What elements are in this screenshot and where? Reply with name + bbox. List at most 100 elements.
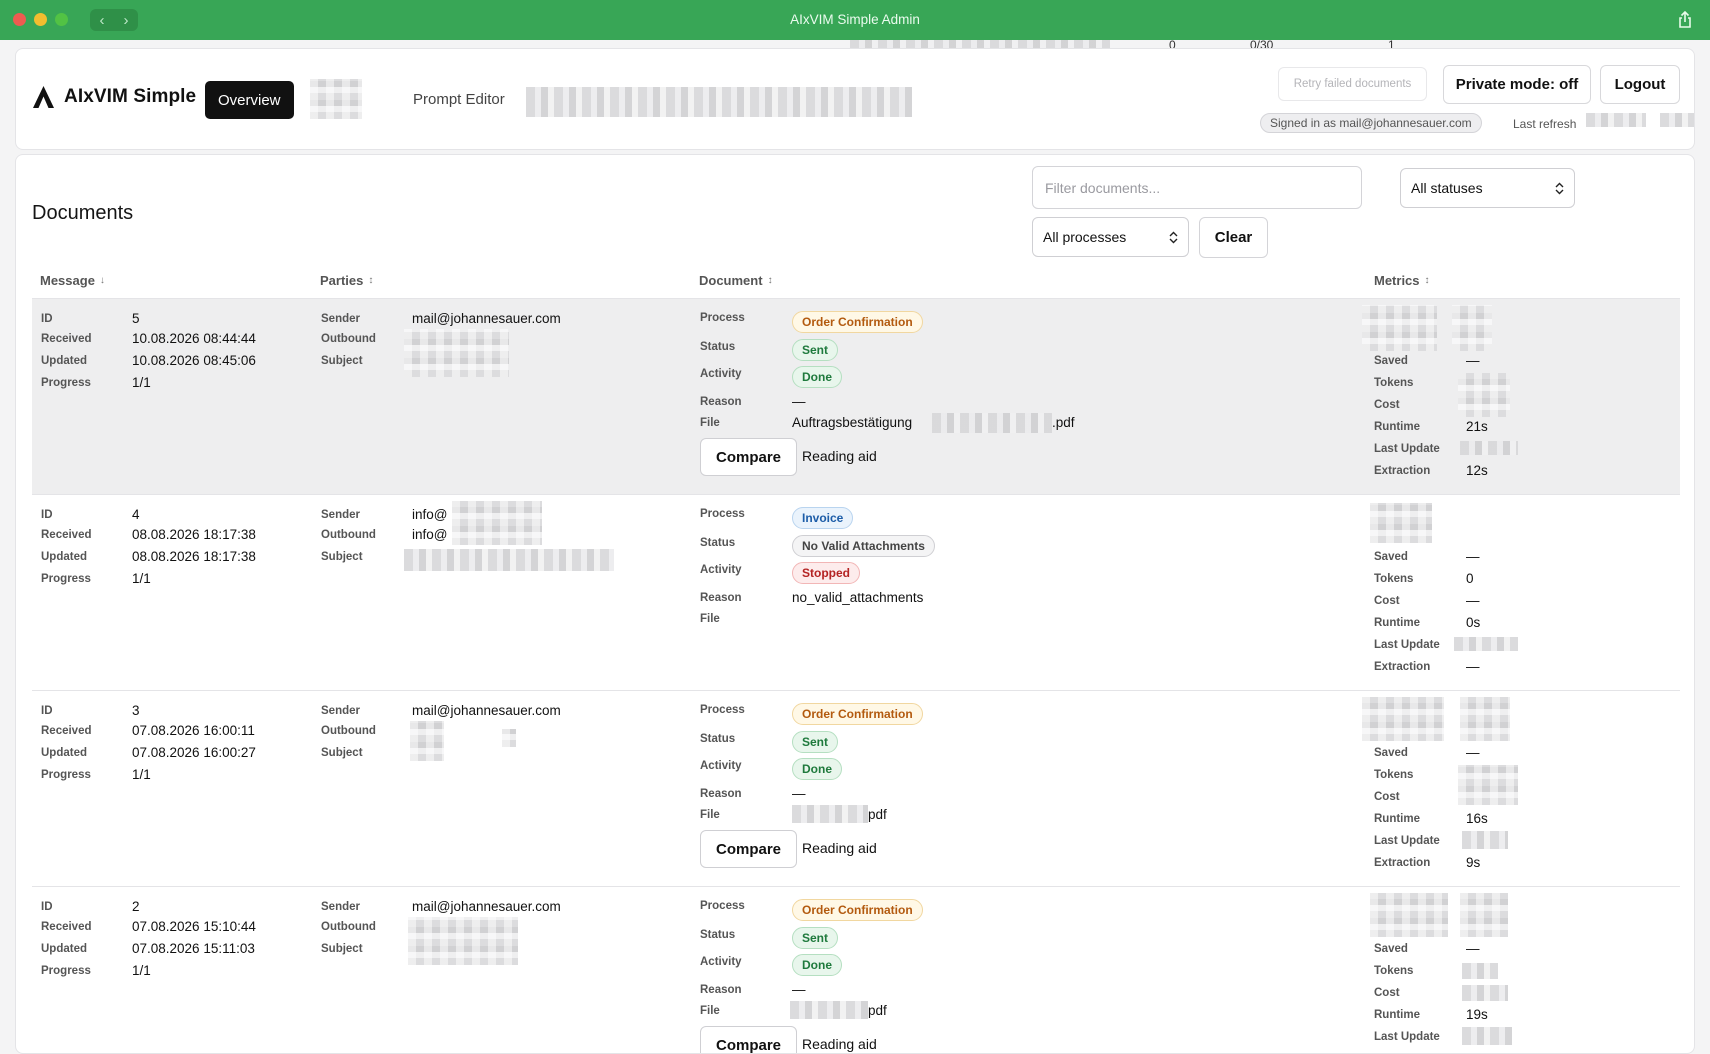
label-file: File xyxy=(700,417,720,429)
compare-button[interactable]: Compare xyxy=(700,438,797,476)
redacted-area xyxy=(1460,697,1510,741)
redacted-area xyxy=(1458,765,1518,805)
reading-aid-link[interactable]: Reading aid xyxy=(802,448,877,464)
label-id: ID xyxy=(41,313,53,325)
redacted-area xyxy=(1362,697,1444,741)
label-process: Process xyxy=(700,312,745,324)
nav-overview[interactable]: Overview xyxy=(205,81,294,119)
label-sender: Sender xyxy=(321,901,360,913)
label-subject: Subject xyxy=(321,943,363,955)
activity-badge: Stopped xyxy=(792,562,860,584)
clear-filters-button[interactable]: Clear xyxy=(1199,217,1268,258)
column-message[interactable]: Message ↓ xyxy=(40,273,105,288)
redacted-area xyxy=(1370,893,1448,937)
sort-icon: ↕ xyxy=(1424,275,1430,286)
label-file: File xyxy=(700,613,720,625)
redacted-area xyxy=(408,917,518,965)
label-cost: Cost xyxy=(1374,987,1400,999)
column-document[interactable]: Document ↕ xyxy=(699,273,773,288)
column-label: Message xyxy=(40,273,95,288)
status-select[interactable]: All statuses xyxy=(1400,168,1575,208)
table-row[interactable]: ID 3 Received 07.08.2026 16:00:11 Update… xyxy=(32,690,1680,886)
column-parties[interactable]: Parties ↕ xyxy=(320,273,373,288)
signed-in-badge: Signed in as mail@johannesauer.com xyxy=(1260,113,1482,133)
label-extraction: Extraction xyxy=(1374,661,1431,673)
table-row[interactable]: ID 5 Received 10.08.2026 08:44:44 Update… xyxy=(32,298,1680,494)
saved-value: — xyxy=(1466,549,1480,564)
doc-id: 3 xyxy=(132,703,140,718)
process-select[interactable]: All processes xyxy=(1032,217,1189,257)
status-badge: Sent xyxy=(792,339,839,361)
doc-id: 5 xyxy=(132,311,140,326)
logout-button[interactable]: Logout xyxy=(1600,65,1680,104)
column-metrics[interactable]: Metrics ↕ xyxy=(1374,273,1430,288)
documents-panel: Documents All statuses All processes Cle… xyxy=(15,154,1695,1054)
redacted-area xyxy=(932,413,1052,433)
label-saved: Saved xyxy=(1374,355,1408,367)
process-badge: Order Confirmation xyxy=(792,311,923,333)
file-name-end[interactable]: pdf xyxy=(868,807,887,822)
label-reason: Reason xyxy=(700,396,742,408)
window-titlebar: ‹ › AIxVIM Simple Admin xyxy=(0,0,1710,40)
redacted-area xyxy=(452,501,542,545)
label-outbound: Outbound xyxy=(321,725,376,737)
reason-value: — xyxy=(792,394,806,409)
compare-button[interactable]: Compare xyxy=(700,830,797,868)
progress-value: 1/1 xyxy=(132,375,151,390)
label-status: Status xyxy=(700,341,736,353)
doc-id: 2 xyxy=(132,899,140,914)
progress-value: 1/1 xyxy=(132,571,151,586)
sender-value: mail@johannesauer.com xyxy=(412,703,561,718)
file-name-start[interactable]: Auftragsbestätigung xyxy=(792,415,912,430)
label-saved: Saved xyxy=(1374,943,1408,955)
redacted-area xyxy=(1370,503,1432,543)
sender-value: mail@johannesauer.com xyxy=(412,311,561,326)
table-row[interactable]: ID 2 Received 07.08.2026 15:10:44 Update… xyxy=(32,886,1680,1053)
reason-value: — xyxy=(792,982,806,997)
label-progress: Progress xyxy=(41,377,91,389)
table-row[interactable]: ID 4 Received 08.08.2026 18:17:38 Update… xyxy=(32,494,1680,690)
select-arrows-icon xyxy=(1169,231,1178,243)
label-reason: Reason xyxy=(700,788,742,800)
nav-prompt-editor[interactable]: Prompt Editor xyxy=(413,91,505,108)
share-button[interactable] xyxy=(1674,9,1696,31)
filter-input[interactable] xyxy=(1032,166,1362,209)
label-sender: Sender xyxy=(321,509,360,521)
label-sender: Sender xyxy=(321,313,360,325)
label-last-update: Last Update xyxy=(1374,639,1440,651)
progress-value: 1/1 xyxy=(132,963,151,978)
redacted-area xyxy=(850,40,1110,48)
label-saved: Saved xyxy=(1374,747,1408,759)
extraction-value: 9s xyxy=(1466,855,1481,870)
label-received: Received xyxy=(41,725,92,737)
retry-failed-button[interactable]: Retry failed documents xyxy=(1278,67,1427,101)
file-name-end[interactable]: pdf xyxy=(868,1003,887,1018)
redacted-area xyxy=(1454,637,1518,651)
label-tokens: Tokens xyxy=(1374,573,1414,585)
status-select-value: All statuses xyxy=(1411,180,1483,196)
reading-aid-link[interactable]: Reading aid xyxy=(802,840,877,856)
label-process: Process xyxy=(700,704,745,716)
label-id: ID xyxy=(41,901,53,913)
saved-value: — xyxy=(1466,353,1480,368)
label-received: Received xyxy=(41,921,92,933)
progress-value: 1/1 xyxy=(132,767,151,782)
private-mode-button[interactable]: Private mode: off xyxy=(1443,65,1591,104)
label-runtime: Runtime xyxy=(1374,421,1420,433)
label-activity: Activity xyxy=(700,368,742,380)
label-reason: Reason xyxy=(700,592,742,604)
label-activity: Activity xyxy=(700,760,742,772)
redacted-area xyxy=(526,87,912,117)
redacted-area xyxy=(410,721,444,761)
process-badge: Invoice xyxy=(792,507,854,529)
redacted-area xyxy=(404,549,614,571)
label-runtime: Runtime xyxy=(1374,813,1420,825)
redacted-area xyxy=(1462,1027,1512,1045)
label-extraction: Extraction xyxy=(1374,857,1431,869)
file-name-end[interactable]: .pdf xyxy=(1052,415,1075,430)
saved-value: — xyxy=(1466,745,1480,760)
redacted-area xyxy=(310,79,362,119)
brand[interactable]: AIxVIM Simple xyxy=(32,85,196,109)
brand-name: AIxVIM Simple xyxy=(64,86,197,107)
runtime-value: 0s xyxy=(1466,615,1481,630)
